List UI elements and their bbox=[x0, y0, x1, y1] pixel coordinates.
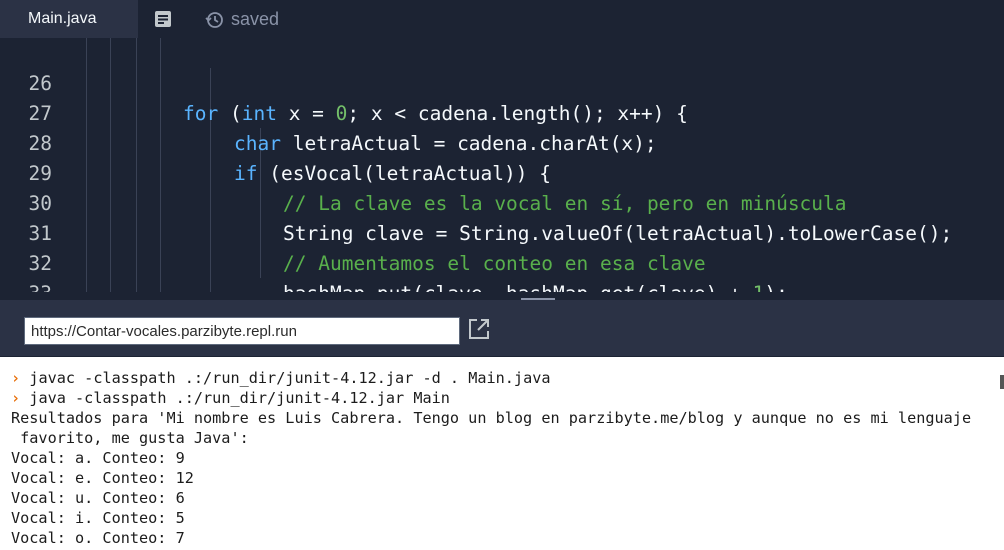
document-icon[interactable] bbox=[152, 8, 174, 30]
code-token: hashMap.put(clave, hashMap.get(clave) + bbox=[283, 282, 753, 292]
code-line: 30 String clave = String.valueOf(letraAc… bbox=[0, 159, 953, 245]
code-line: 28 if (esVocal(letraActual)) { bbox=[0, 99, 551, 185]
code-editor[interactable]: 26 for (int x = 0; x < cadena.length(); … bbox=[0, 38, 1004, 292]
code-comment: // Aumentamos el conteo en esa clave bbox=[283, 252, 706, 275]
console-line: › java -classpath .:/run_dir/junit-4.12.… bbox=[11, 388, 450, 408]
url-field[interactable] bbox=[24, 317, 460, 345]
tab-label: Main.java bbox=[28, 10, 97, 27]
indent-guide bbox=[160, 38, 161, 292]
pane-divider[interactable] bbox=[0, 292, 1004, 300]
code-token: int bbox=[241, 102, 277, 125]
code-token: ); bbox=[764, 282, 787, 292]
save-status-label: saved bbox=[231, 9, 280, 29]
console-scrollbar[interactable] bbox=[1000, 375, 1004, 389]
indent-guide bbox=[110, 38, 111, 292]
code-line: 27 char letraActual = cadena.charAt(x); bbox=[0, 69, 657, 155]
url-bar bbox=[0, 300, 1004, 356]
console-output[interactable]: › javac -classpath .:/run_dir/junit-4.12… bbox=[0, 356, 1004, 550]
code-token: x = bbox=[276, 102, 336, 125]
code-token: ( bbox=[218, 102, 242, 125]
code-comment: // La clave es la vocal en sí, pero en m… bbox=[283, 192, 847, 215]
code-token: ; x < cadena.length(); x++) { bbox=[347, 102, 688, 125]
console-line: favorito, me gusta Java': bbox=[11, 429, 249, 447]
console-line: Vocal: u. Conteo: 6 bbox=[11, 489, 185, 507]
code-line: 33 } bbox=[0, 249, 52, 292]
console-line: Vocal: o. Conteo: 7 bbox=[11, 529, 185, 547]
code-line: 29 // La clave es la vocal en sí, pero e… bbox=[0, 129, 847, 215]
code-token: 0 bbox=[335, 102, 348, 125]
console-line: › javac -classpath .:/run_dir/junit-4.12… bbox=[11, 368, 551, 388]
code-token: char bbox=[234, 132, 281, 155]
prompt-icon: › bbox=[11, 369, 21, 387]
external-link-icon[interactable] bbox=[467, 317, 491, 341]
code-line: 32 hashMap.put(clave, hashMap.get(clave)… bbox=[0, 219, 788, 292]
console-line: Vocal: a. Conteo: 9 bbox=[11, 449, 185, 467]
code-token: String clave = String.valueOf(letraActua… bbox=[283, 222, 953, 245]
console-command: javac -classpath .:/run_dir/junit-4.12.j… bbox=[29, 369, 551, 387]
console-line: Resultados para 'Mi nombre es Luis Cabre… bbox=[11, 409, 972, 427]
code-line: 34 } bbox=[0, 279, 47, 292]
tab-bar: Main.java saved bbox=[0, 0, 1004, 38]
save-status[interactable]: saved bbox=[205, 0, 279, 38]
indent-guide bbox=[86, 38, 87, 292]
code-token: 1 bbox=[753, 282, 765, 292]
prompt-icon: › bbox=[11, 389, 21, 407]
history-icon bbox=[205, 12, 223, 29]
console-line: Vocal: e. Conteo: 12 bbox=[11, 469, 194, 487]
indent-guide bbox=[136, 38, 137, 292]
console-command: java -classpath .:/run_dir/junit-4.12.ja… bbox=[29, 389, 450, 407]
console-line: Vocal: i. Conteo: 5 bbox=[11, 509, 185, 527]
tab-main-java[interactable]: Main.java bbox=[0, 0, 138, 38]
code-token: for bbox=[183, 102, 219, 125]
code-token: if bbox=[234, 162, 258, 185]
code-line: 31 // Aumentamos el conteo en esa clave bbox=[0, 189, 706, 275]
code-token: (esVocal(letraActual)) { bbox=[257, 162, 551, 185]
code-line: 26 for (int x = 0; x < cadena.length(); … bbox=[0, 39, 688, 125]
code-token: letraActual = cadena.charAt(x); bbox=[280, 132, 657, 155]
